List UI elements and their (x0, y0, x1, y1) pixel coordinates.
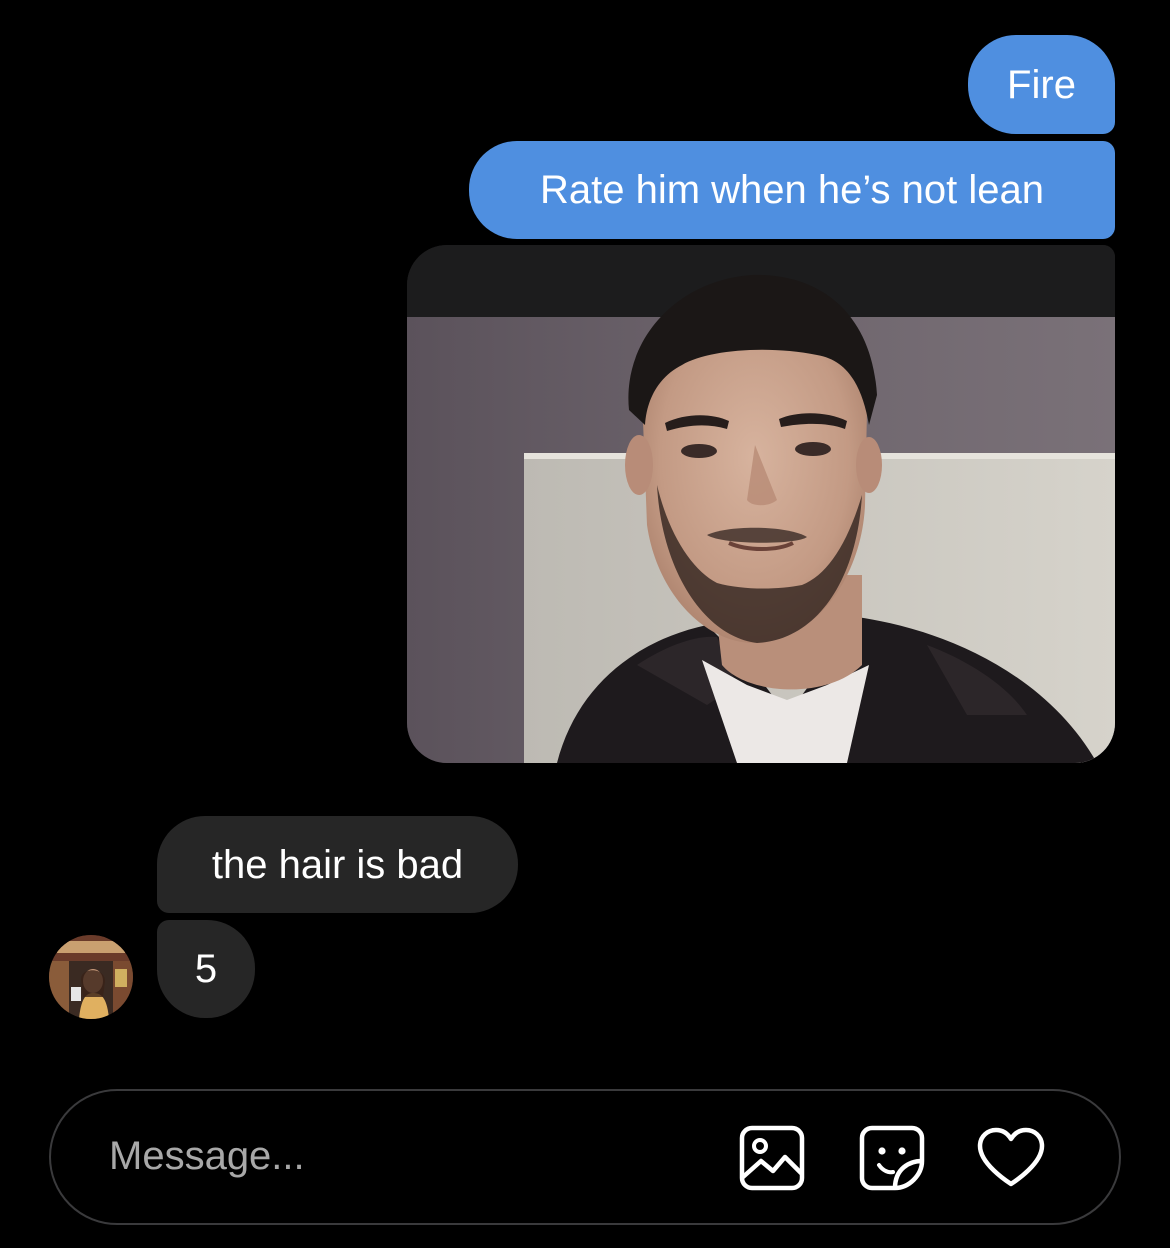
message-composer (49, 1089, 1121, 1225)
avatar-image (49, 935, 133, 1019)
received-message-bubble[interactable]: 5 (157, 920, 255, 1018)
message-text: Rate him when he’s not lean (539, 168, 1045, 212)
message-text: 5 (194, 947, 218, 991)
sent-message-bubble[interactable]: Fire (968, 35, 1115, 134)
message-text: Fire (1007, 62, 1076, 107)
received-message-bubble[interactable]: the hair is bad (157, 816, 518, 913)
image-icon[interactable] (737, 1123, 807, 1193)
shared-photo[interactable] (407, 245, 1115, 763)
sent-message-bubble[interactable]: Rate him when he’s not lean (469, 141, 1115, 239)
heart-icon[interactable] (976, 1123, 1046, 1193)
message-text: the hair is bad (211, 842, 464, 887)
avatar[interactable] (49, 935, 133, 1019)
photo-image (407, 245, 1115, 763)
sticker-icon[interactable] (857, 1123, 927, 1193)
message-input[interactable] (109, 1129, 669, 1183)
